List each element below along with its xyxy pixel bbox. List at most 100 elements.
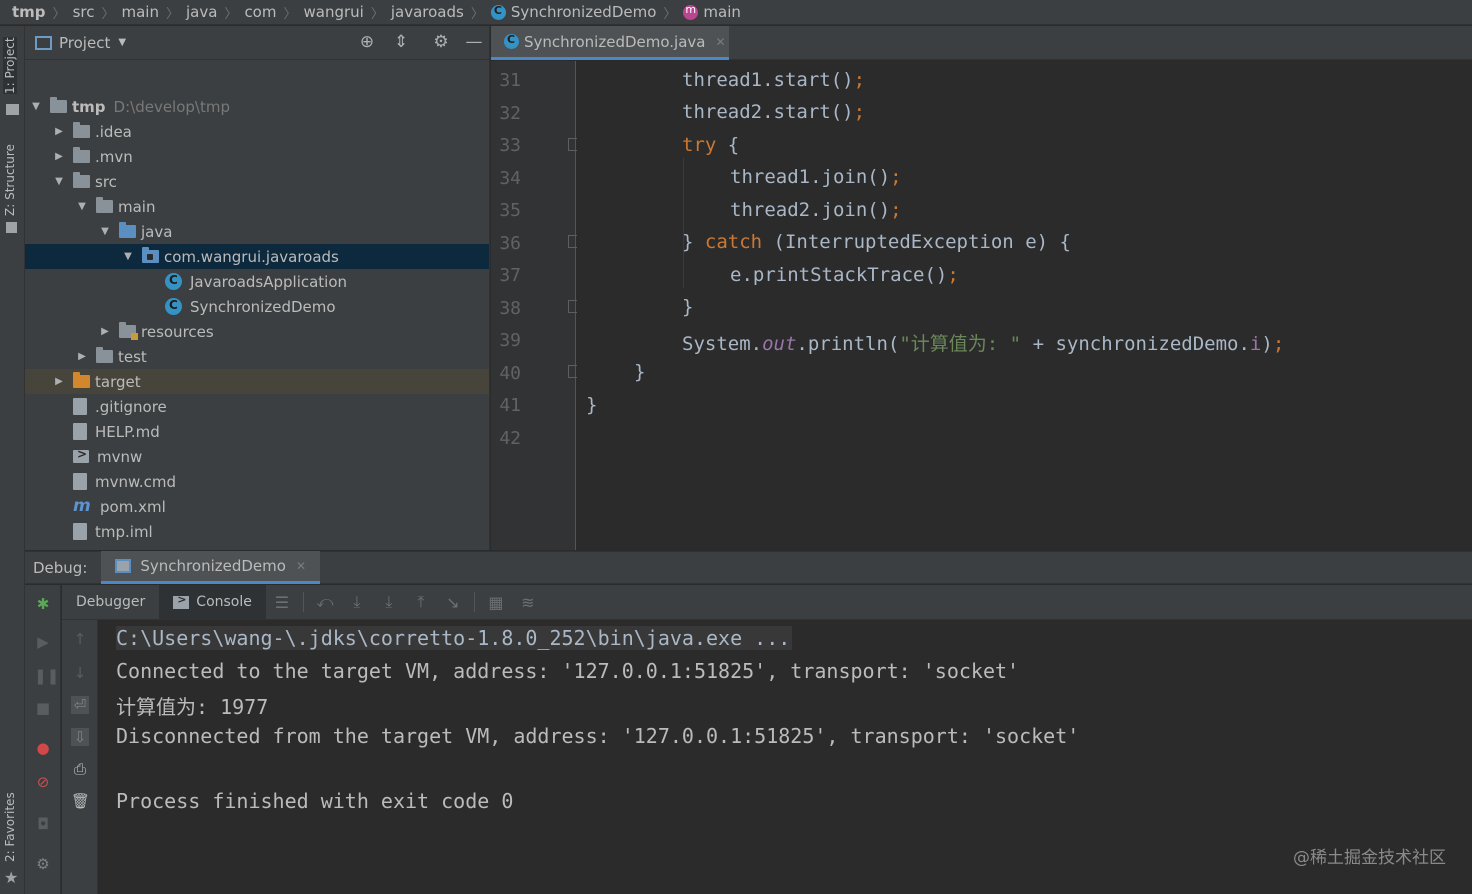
breadcrumb-item[interactable]: java (186, 3, 217, 21)
debug-header: Debug: SynchronizedDemo ✕ (25, 551, 1472, 584)
tree-item[interactable]: ▼ com.wangrui.javaroads (25, 244, 489, 269)
trace-icon[interactable]: ≋ (512, 593, 544, 612)
line-number[interactable]: 38 (491, 298, 521, 319)
tree-item[interactable]: .gitignore (25, 394, 489, 419)
line-number[interactable]: 37 (491, 265, 521, 286)
line-number[interactable]: 41 (491, 395, 521, 416)
tree-item-label: main (118, 197, 156, 216)
breadcrumb-root[interactable]: tmp (12, 3, 46, 21)
tree-item[interactable]: HELP.md (25, 419, 489, 444)
resources-folder-icon (119, 322, 138, 340)
expand-arrow-icon[interactable]: ▶ (52, 126, 66, 137)
breadcrumb-item[interactable]: wangrui (304, 3, 364, 21)
run-to-cursor-icon[interactable]: ↘ (437, 593, 469, 612)
breadcrumb-item[interactable]: com (244, 3, 276, 21)
settings-icon[interactable]: ⚙ (34, 855, 52, 873)
tree-item[interactable]: ▼ java (25, 219, 489, 244)
tab-debugger[interactable]: Debugger (62, 585, 159, 620)
rerun-debug-icon[interactable]: ✱ (34, 595, 52, 613)
tree-item[interactable]: mvnw (25, 444, 489, 469)
evaluate-expression-icon[interactable]: ▦ (480, 593, 512, 612)
tree-item[interactable]: ▶ .mvn (25, 144, 489, 169)
tree-item[interactable]: ▼ tmp D:\develop\tmp (25, 94, 489, 119)
tree-item[interactable]: ▶ test (25, 344, 489, 369)
expand-arrow-icon[interactable]: ▶ (52, 151, 66, 162)
tree-item[interactable]: JavaroadsApplication (25, 269, 489, 294)
expand-arrow-icon[interactable]: ▶ (75, 351, 89, 362)
line-number[interactable]: 40 (491, 363, 521, 384)
stop-icon[interactable]: ■ (34, 699, 52, 717)
soft-wrap-icon[interactable]: ⏎ (71, 696, 89, 714)
show-execution-point-icon[interactable]: ⤺ (309, 592, 341, 612)
step-out-icon[interactable]: ⤒ (405, 592, 437, 612)
console-line[interactable]: C:\Users\wang-\.jdks\corretto-1.8.0_252\… (116, 626, 793, 650)
camera-icon[interactable]: ◘ (34, 815, 52, 833)
breadcrumb-item[interactable]: main (121, 3, 158, 21)
file-icon (73, 398, 87, 415)
console-output[interactable]: C:\Users\wang-\.jdks\corretto-1.8.0_252\… (99, 621, 1472, 894)
line-number[interactable]: 36 (491, 233, 521, 254)
expand-arrow-icon[interactable]: ▼ (29, 101, 43, 112)
structure-icon (6, 222, 17, 233)
code-line-36: } catch (InterruptedException e) { (682, 231, 1071, 253)
folder-icon (96, 347, 113, 363)
mute-breakpoints-icon[interactable]: ⊘ (34, 773, 52, 791)
expand-arrow-icon[interactable]: ▶ (98, 326, 112, 337)
expand-arrow-icon[interactable]: ▼ (52, 176, 66, 187)
structure-tool-tab[interactable]: Z: Structure (3, 144, 17, 216)
editor-tab-synchronizeddemo[interactable]: SynchronizedDemo.java ✕ (491, 26, 729, 60)
project-tool-tab[interactable]: 1: Project (3, 37, 17, 94)
line-number[interactable]: 31 (491, 70, 521, 91)
favorites-tool-tab[interactable]: 2: Favorites (3, 792, 17, 862)
expand-arrow-icon[interactable]: ▶ (52, 376, 66, 387)
tree-item[interactable]: mvnw.cmd (25, 469, 489, 494)
scroll-to-end-icon[interactable]: ⇩ (71, 728, 89, 746)
debug-session-tab[interactable]: SynchronizedDemo ✕ (101, 551, 320, 584)
breadcrumb-item[interactable]: javaroads (391, 3, 464, 21)
tree-item[interactable]: ▶ .idea (25, 119, 489, 144)
view-breakpoints-icon[interactable]: ● (34, 739, 52, 757)
folder-icon (73, 172, 90, 188)
tree-item[interactable]: m pom.xml (25, 494, 489, 519)
tree-item[interactable]: ▶ resources (25, 319, 489, 344)
line-number[interactable]: 33 (491, 135, 521, 156)
tree-item[interactable]: tmp.iml (25, 519, 489, 544)
close-icon[interactable]: ✕ (715, 35, 725, 49)
editor-tab-label: SynchronizedDemo.java (524, 32, 706, 51)
line-number[interactable]: 34 (491, 168, 521, 189)
arrow-down-icon[interactable]: ↓ (71, 664, 89, 682)
step-over-icon[interactable]: ⤓ (341, 592, 373, 612)
line-number[interactable]: 42 (491, 428, 521, 449)
arrow-up-icon[interactable]: ↑ (71, 630, 89, 648)
breadcrumb-item[interactable]: src (73, 3, 95, 21)
step-into-icon[interactable]: ⤓ (373, 592, 405, 612)
expand-arrow-icon[interactable]: ▼ (98, 226, 112, 237)
locate-icon[interactable]: ⊕ (357, 34, 377, 51)
pause-icon[interactable]: ❚❚ (34, 667, 59, 685)
expand-arrow-icon[interactable]: ▼ (121, 251, 135, 262)
collapse-all-icon[interactable]: ⇕ (391, 34, 411, 51)
tree-item[interactable]: SynchronizedDemo (25, 294, 489, 319)
layout-icon[interactable]: ☰ (266, 593, 298, 612)
tree-item[interactable]: ▼ main (25, 194, 489, 219)
print-icon[interactable]: ⎙ (71, 760, 89, 778)
line-number[interactable]: 32 (491, 103, 521, 124)
gear-icon[interactable]: ⚙ (431, 34, 451, 51)
tree-item[interactable]: ▼ src (25, 169, 489, 194)
excluded-folder-icon (73, 372, 90, 388)
expand-arrow-icon[interactable]: ▼ (75, 201, 89, 212)
tab-console[interactable]: Console (159, 584, 266, 620)
trash-icon[interactable]: 🗑 (71, 792, 90, 810)
project-view-selector[interactable]: Project (59, 34, 110, 52)
resume-icon[interactable]: ▶ (34, 633, 52, 651)
tree-item[interactable]: ▶ target (25, 369, 489, 394)
tree-item[interactable]: ▶External Libraries (25, 544, 489, 551)
code-editor[interactable]: thread1.start(); thread2.start(); try { … (577, 61, 1472, 550)
breadcrumb-method[interactable]: main (683, 3, 741, 21)
close-icon[interactable]: ✕ (296, 559, 306, 573)
breadcrumb-class[interactable]: SynchronizedDemo (490, 3, 656, 21)
hide-icon[interactable]: — (464, 34, 484, 51)
line-number[interactable]: 35 (491, 200, 521, 221)
chevron-down-icon[interactable]: ▼ (118, 37, 126, 48)
line-number[interactable]: 39 (491, 330, 521, 351)
